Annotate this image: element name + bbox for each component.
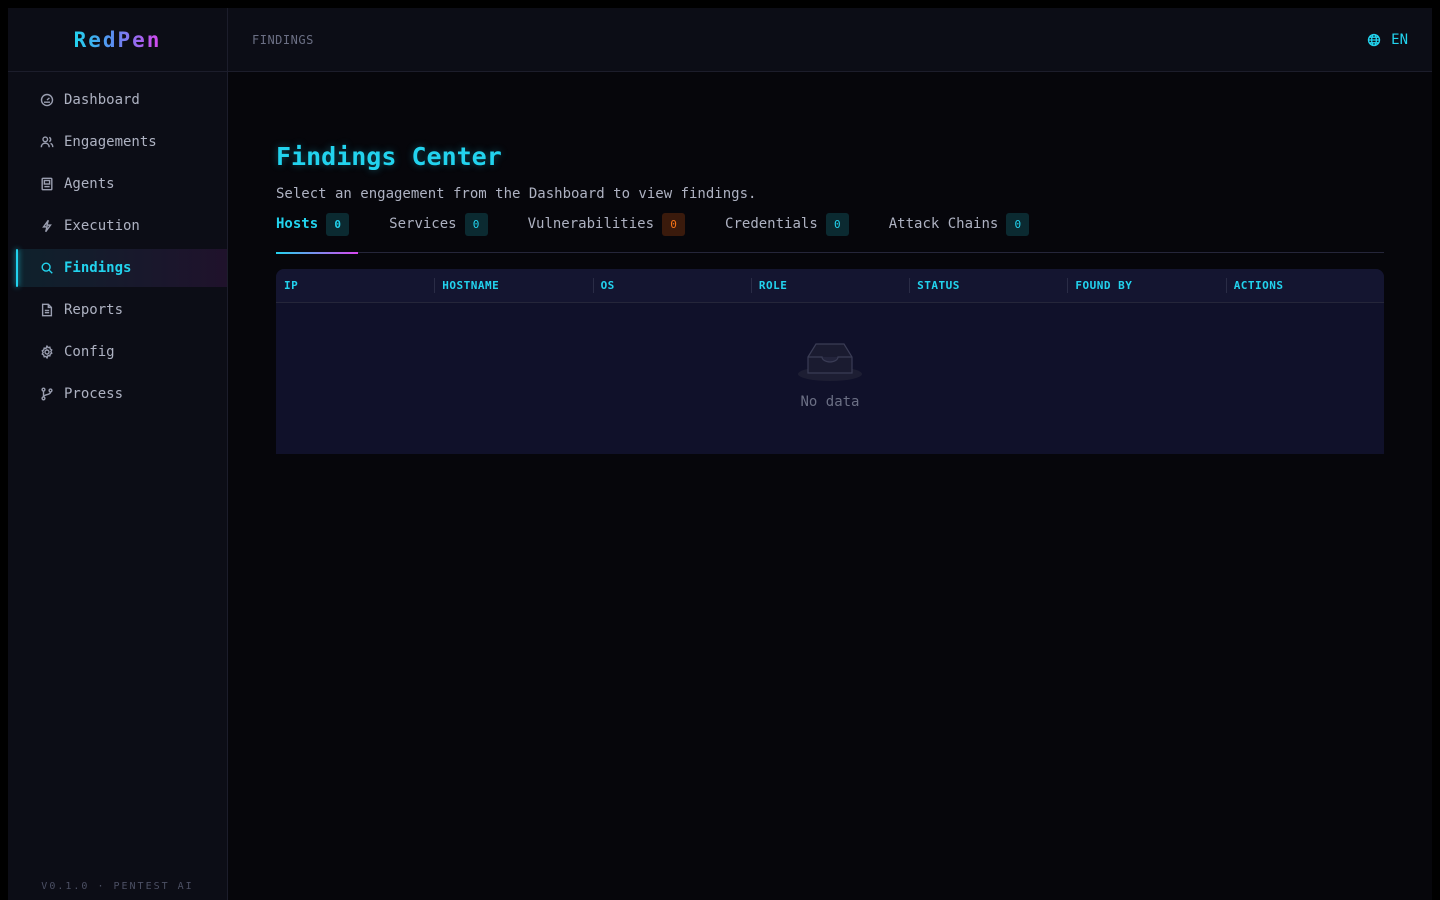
tab-services[interactable]: Services 0 — [389, 213, 488, 253]
lightning-icon — [40, 219, 54, 233]
count-badge: 0 — [464, 213, 488, 236]
page-subtitle: Select an engagement from the Dashboard … — [276, 186, 757, 202]
globe-icon — [1367, 33, 1381, 46]
sidebar-item-label: Agents — [64, 176, 115, 192]
topbar: FINDINGS EN — [228, 8, 1432, 72]
language-label: EN — [1391, 31, 1408, 48]
sidebar-item-dashboard[interactable]: Dashboard — [8, 81, 227, 119]
count-badge: 0 — [326, 213, 350, 236]
column-header-ip[interactable]: IP — [276, 269, 434, 302]
sidebar-item-config[interactable]: Config — [8, 333, 227, 371]
gear-icon — [40, 345, 54, 359]
breadcrumb: FINDINGS — [252, 32, 314, 47]
count-badge: 0 — [662, 213, 686, 236]
branch-icon — [40, 387, 54, 401]
column-header-hostname[interactable]: HOSTNAME — [434, 269, 592, 302]
column-header-actions[interactable]: ACTIONS — [1225, 269, 1384, 302]
dashboard-icon — [40, 93, 54, 107]
tab-credentials[interactable]: Credentials 0 — [725, 213, 849, 253]
tab-label: Services — [389, 216, 457, 232]
empty-inbox-icon — [798, 343, 862, 381]
tab-label: Vulnerabilities — [527, 216, 655, 232]
main-area: FINDINGS EN Findings Center Select an en… — [228, 8, 1432, 900]
count-badge: 0 — [825, 213, 849, 236]
users-icon — [40, 135, 54, 149]
version-label: V0.1.0 · PENTEST AI — [41, 881, 194, 892]
search-icon — [40, 261, 54, 275]
brand[interactable]: RedPen — [8, 8, 227, 72]
empty-state: No data — [276, 341, 1384, 410]
tab-vulnerabilities[interactable]: Vulnerabilities 0 — [527, 213, 686, 253]
agent-icon — [40, 177, 54, 191]
sidebar-item-label: Findings — [64, 260, 132, 276]
tab-hosts[interactable]: Hosts 0 — [276, 213, 359, 254]
tab-label: Attack Chains — [888, 216, 999, 232]
hosts-table: IP HOSTNAME OS ROLE STATUS FOUND BY ACTI… — [276, 269, 1384, 454]
sidebar-item-execution[interactable]: Execution — [8, 207, 227, 245]
column-header-status[interactable]: STATUS — [909, 269, 1067, 302]
tab-attack-chains[interactable]: Attack Chains 0 — [888, 213, 1030, 253]
language-switcher[interactable]: EN — [1367, 32, 1408, 48]
sidebar-item-label: Execution — [64, 218, 140, 234]
column-header-found-by[interactable]: FOUND BY — [1067, 269, 1225, 302]
sidebar-item-label: Dashboard — [64, 92, 140, 108]
empty-state-text: No data — [800, 394, 860, 410]
findings-tabs: Hosts 0 Services 0 Vulnerabilities 0 Cre… — [276, 213, 1384, 254]
document-icon — [40, 303, 54, 317]
count-badge: 0 — [1006, 213, 1030, 236]
sidebar-nav: Dashboard Engagements Agents Execution F… — [8, 72, 227, 413]
sidebar-item-label: Engagements — [64, 134, 157, 150]
tab-label: Credentials — [725, 216, 818, 232]
sidebar-item-reports[interactable]: Reports — [8, 291, 227, 329]
app-frame: RedPen Dashboard Engagements Agents Exec… — [8, 8, 1432, 900]
brand-logo[interactable]: RedPen — [74, 28, 162, 52]
sidebar-item-process[interactable]: Process — [8, 375, 227, 413]
sidebar-item-engagements[interactable]: Engagements — [8, 123, 227, 161]
sidebar-item-label: Reports — [64, 302, 124, 318]
column-header-os[interactable]: OS — [592, 269, 751, 302]
column-header-role[interactable]: ROLE — [750, 269, 909, 302]
page-title: Findings Center — [276, 142, 502, 171]
sidebar-item-label: Process — [64, 386, 124, 402]
table-header: IP HOSTNAME OS ROLE STATUS FOUND BY ACTI… — [276, 269, 1384, 303]
sidebar-item-findings[interactable]: Findings — [16, 249, 227, 287]
sidebar-item-label: Config — [64, 344, 115, 360]
findings-content: Findings Center Select an engagement fro… — [228, 72, 1432, 454]
sidebar-item-agents[interactable]: Agents — [8, 165, 227, 203]
sidebar: RedPen Dashboard Engagements Agents Exec… — [8, 8, 228, 900]
tab-label: Hosts — [276, 216, 319, 232]
